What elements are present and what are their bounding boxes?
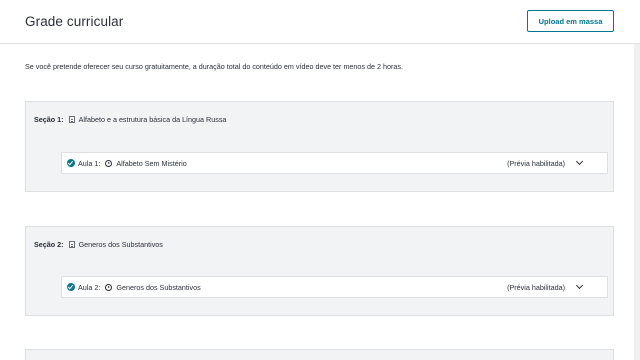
- lecture-label: Aula 1:: [78, 158, 101, 168]
- page-header: Grade curricular Upload em massa: [0, 0, 640, 44]
- preview-status: (Prévia habilitada): [507, 282, 565, 292]
- curriculum-section-3: [25, 349, 614, 360]
- page-title: Grade curricular: [25, 14, 124, 29]
- section-title: Generos dos Substantivos: [78, 240, 163, 249]
- check-circle-icon: [67, 283, 75, 291]
- chevron-down-icon[interactable]: [575, 157, 584, 166]
- bulk-upload-button[interactable]: Upload em massa: [527, 10, 614, 32]
- curriculum-section-2: Seção 2: Generos dos Substantivos Aula 2…: [25, 226, 614, 316]
- check-circle-icon: [67, 159, 75, 167]
- lecture-label: Aula 2:: [78, 282, 101, 292]
- section-title: Alfabeto e a estrutura básica da Língua …: [78, 115, 227, 124]
- section-label: Seção 1:: [34, 115, 64, 124]
- lecture-title: Generos dos Substantivos: [116, 282, 201, 292]
- lecture-item[interactable]: Aula 1: Alfabeto Sem Mistério (Prévia ha…: [61, 152, 608, 174]
- chevron-down-icon[interactable]: [575, 281, 584, 290]
- lecture-item[interactable]: Aula 2: Generos dos Substantivos (Prévia…: [61, 276, 608, 298]
- section-header: Seção 2: Generos dos Substantivos: [34, 240, 163, 249]
- play-circle-icon: [105, 159, 113, 167]
- document-icon: [68, 116, 75, 123]
- section-header: Seção 1: Alfabeto e a estrutura básica d…: [34, 115, 226, 124]
- preview-status: (Prévia habilitada): [507, 158, 565, 168]
- curriculum-section-1: Seção 1: Alfabeto e a estrutura básica d…: [25, 101, 614, 192]
- lecture-title: Alfabeto Sem Mistério: [116, 158, 187, 168]
- document-icon: [68, 241, 75, 248]
- free-course-notice: Se você pretende oferecer seu curso grat…: [25, 62, 403, 71]
- section-label: Seção 2:: [34, 240, 64, 249]
- scrollbar[interactable]: [634, 44, 640, 360]
- play-circle-icon: [105, 283, 113, 291]
